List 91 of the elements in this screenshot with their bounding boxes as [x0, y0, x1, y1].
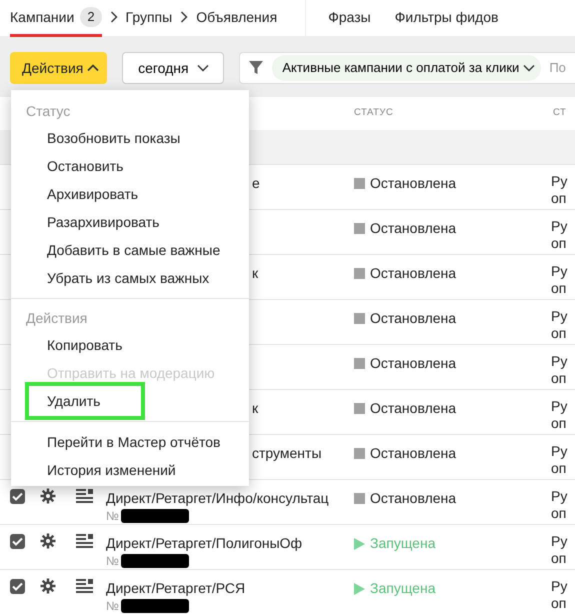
- campaign-number: №: [106, 599, 119, 613]
- row-checkbox[interactable]: [10, 489, 25, 504]
- menu-item[interactable]: Перейти в Мастер отчётов: [11, 428, 249, 456]
- campaign-name[interactable]: струменты: [252, 445, 322, 462]
- cell-text: Ру: [551, 533, 568, 550]
- menu-item[interactable]: Убрать из самых важных: [11, 264, 249, 292]
- search-field[interactable]: По: [549, 58, 570, 78]
- menu-item[interactable]: Добавить в самые важные: [11, 236, 249, 264]
- menu-item[interactable]: История изменений: [11, 456, 249, 484]
- row-checkbox[interactable]: [10, 534, 25, 549]
- campaign-number: №: [106, 509, 119, 523]
- cell-text: оп: [551, 505, 568, 522]
- campaign-name[interactable]: к: [252, 265, 258, 282]
- list-icon[interactable]: [76, 534, 93, 548]
- campaign-status: Остановлена: [370, 489, 456, 508]
- redacted-block: [120, 554, 189, 568]
- campaign-status: Остановлена: [370, 399, 456, 418]
- stopped-icon: [354, 448, 365, 459]
- menu-item[interactable]: Остановить: [11, 152, 249, 180]
- count-badge: 2: [80, 7, 102, 27]
- menu-item[interactable]: Архивировать: [11, 180, 249, 208]
- stopped-icon: [354, 268, 365, 279]
- campaign-status: Остановлена: [370, 174, 456, 193]
- cell-text: оп: [551, 415, 568, 432]
- campaign-status: Остановлена: [370, 219, 456, 238]
- cell-text: оп: [551, 325, 568, 342]
- campaign-name[interactable]: е: [252, 175, 260, 192]
- cell-text: Ру: [551, 263, 568, 280]
- filter-chip[interactable]: Активные кампании с оплатой за клики: [272, 55, 542, 81]
- list-icon[interactable]: [76, 579, 93, 593]
- cell-text: оп: [551, 460, 568, 477]
- stopped-icon: [354, 223, 365, 234]
- nav-tab[interactable]: Фразы: [328, 0, 371, 37]
- cell-text: Ру: [551, 488, 568, 505]
- stopped-icon: [354, 178, 365, 189]
- settings-icon[interactable]: [40, 578, 56, 594]
- menu-item[interactable]: Копировать: [11, 331, 249, 359]
- nav-tab[interactable]: Фильтры фидов: [394, 0, 498, 37]
- chevron-up-icon: [87, 64, 100, 72]
- menu-item[interactable]: Удалить: [11, 387, 249, 415]
- menu-item[interactable]: Возобновить показы: [11, 124, 249, 152]
- filter-icon: [248, 60, 264, 76]
- cell-text: оп: [551, 550, 568, 567]
- redacted-block: [120, 509, 189, 523]
- cell-text: Ру: [551, 173, 568, 190]
- chevron-down-icon: [196, 64, 209, 72]
- nav-tab[interactable]: Группы: [126, 0, 172, 37]
- cell-text: Ру: [551, 308, 568, 325]
- campaign-name[interactable]: к: [252, 400, 258, 417]
- campaign-name[interactable]: Директ/Ретаргет/ПолигоныОф: [106, 535, 302, 552]
- cell-text: Ру: [551, 398, 568, 415]
- campaign-status: Остановлена: [370, 264, 456, 283]
- cell-text: оп: [551, 595, 568, 612]
- campaign-name[interactable]: Директ/Ретаргет/РСЯ: [106, 580, 246, 597]
- chevron-down-icon: [523, 64, 536, 72]
- row-checkbox[interactable]: [10, 579, 25, 594]
- column-header: СТ: [553, 106, 566, 120]
- campaign-status: Запущена: [370, 579, 436, 598]
- period-dropdown[interactable]: сегодня: [122, 52, 224, 84]
- nav-tab[interactable]: Объявления: [196, 0, 278, 37]
- column-header: СТАТУС: [354, 106, 394, 120]
- menu-section-title: Действия: [25, 309, 88, 328]
- cell-text: оп: [551, 235, 568, 252]
- menu-section-title: Статус: [25, 102, 72, 121]
- cell-text: оп: [551, 370, 568, 387]
- stopped-icon: [354, 358, 365, 369]
- list-icon[interactable]: [76, 489, 93, 503]
- redacted-block: [120, 599, 189, 613]
- chevron-right-icon: [110, 10, 118, 22]
- campaign-status: Остановлена: [370, 444, 456, 463]
- stopped-icon: [354, 313, 365, 324]
- settings-icon[interactable]: [40, 533, 56, 549]
- chevron-right-icon: [180, 10, 188, 22]
- cell-text: Ру: [551, 443, 568, 460]
- play-icon: [354, 538, 365, 550]
- campaign-status: Запущена: [370, 534, 436, 553]
- stopped-icon: [354, 493, 365, 504]
- cell-text: Ру: [551, 218, 568, 235]
- stopped-icon: [354, 403, 365, 414]
- campaign-status: Остановлена: [370, 354, 456, 373]
- campaign-name[interactable]: Директ/Ретаргет/Инфо/консультац: [106, 490, 329, 507]
- campaign-number: №: [106, 554, 119, 568]
- cell-text: Ру: [551, 578, 568, 595]
- cell-text: оп: [551, 280, 568, 297]
- cell-text: оп: [551, 190, 568, 207]
- actions-button[interactable]: Действия: [10, 52, 108, 84]
- play-icon: [354, 582, 365, 594]
- cell-text: Ру: [551, 353, 568, 370]
- menu-item[interactable]: Разархивировать: [11, 208, 249, 236]
- settings-icon[interactable]: [40, 488, 56, 504]
- campaign-status: Остановлена: [370, 309, 456, 328]
